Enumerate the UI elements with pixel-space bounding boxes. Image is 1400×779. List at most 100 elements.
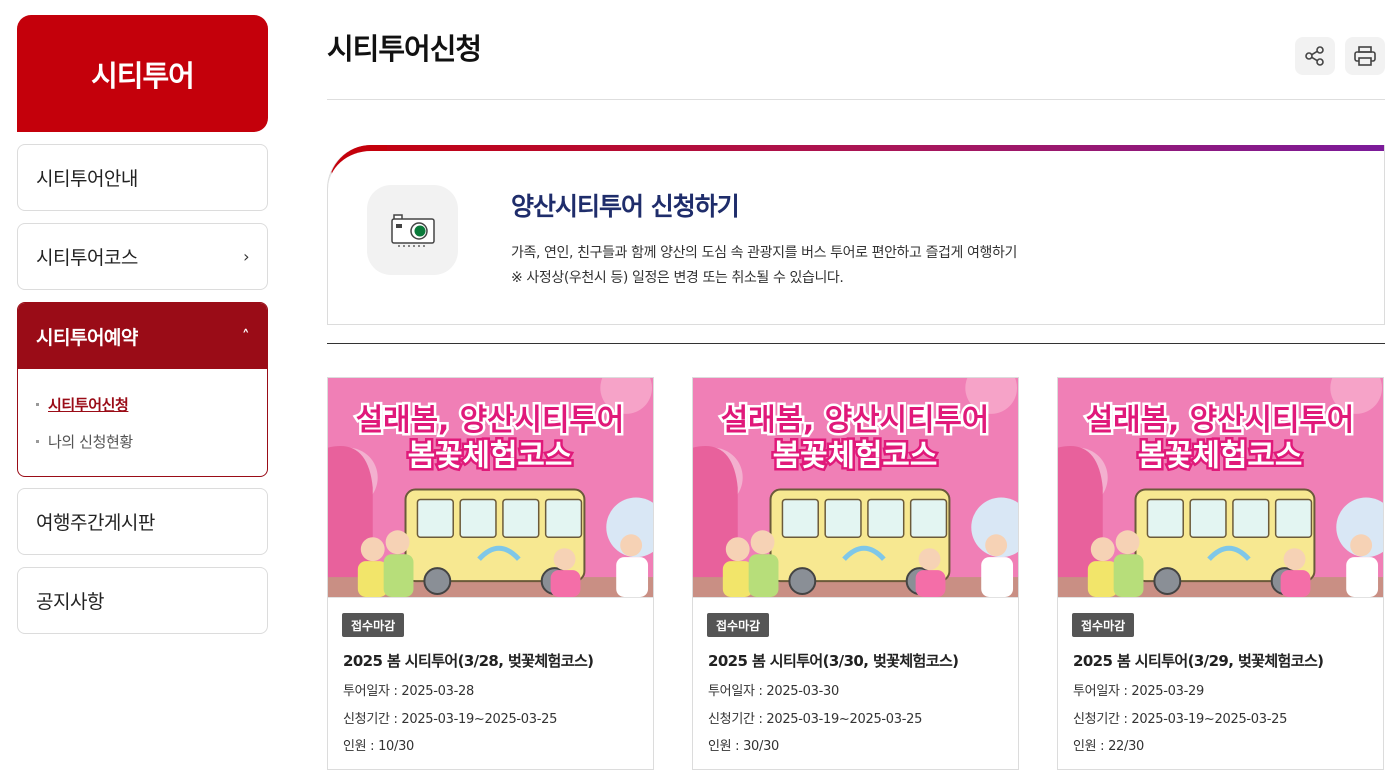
sidebar-item-travel-week-board[interactable]: 여행주간게시판 [17,488,268,555]
bus-window [502,498,540,539]
status-badge: 접수마감 [707,613,770,637]
tour-card[interactable]: 설래봄, 양산시티투어 봄꽃체험코스 접수마감 2025 봄 시티투어(3/30,… [692,377,1019,770]
person-body [1113,554,1144,597]
bus-window [1232,498,1270,539]
bus-wheel [788,567,817,596]
tour-title: 2025 봄 시티투어(3/30, 벚꽃체험코스) [708,652,959,670]
list-divider [327,343,1385,344]
sidebar-item-label: 시티투어안내 [36,168,138,190]
tour-title: 2025 봄 시티투어(3/28, 벚꽃체험코스) [343,652,594,670]
intro-notice-line: ※ 사정상(우천시 등) 일정은 변경 또는 취소될 수 있습니다. [511,270,844,286]
person-head [1350,534,1373,557]
sidebar-item-citytour-reservation[interactable]: 시티투어예약 ˄ [18,303,267,369]
sidebar-item-citytour-info[interactable]: 시티투어안내 [17,144,268,211]
banner-subheadline: 봄꽃체험코스 [408,439,573,474]
bus-window [867,498,905,539]
person-head [1090,537,1115,562]
status-badge: 접수마감 [1072,613,1135,637]
tour-date: 투어일자 : 2025-03-30 [708,684,839,699]
intro-desc-line: 가족, 연인, 친구들과 함께 양산의 도심 속 관광지를 버스 투어로 편안하… [511,245,1017,261]
tour-card[interactable]: 설래봄, 양산시티투어 봄꽃체험코스 접수마감 2025 봄 시티투어(3/28,… [327,377,654,770]
person-head [725,537,750,562]
bus-window [1146,498,1184,539]
tour-banner-image: 설래봄, 양산시티투어봄꽃체험코스 [328,378,653,598]
person-body [357,561,388,597]
chevron-right-icon: › [243,247,249,266]
person-body [1087,561,1118,597]
sidebar-item-label: 여행주간게시판 [36,512,155,534]
share-icon [1305,46,1324,66]
bus-window [416,498,454,539]
person-head [620,534,643,557]
bus-window [781,498,819,539]
person-body [1280,570,1311,597]
bus-window [459,498,497,539]
bus-window [909,498,948,539]
intro-box: 양산시티투어 신청하기 가족, 연인, 친구들과 함께 양산의 도심 속 관광지… [327,145,1385,325]
tour-card[interactable]: 설래봄, 양산시티투어 봄꽃체험코스 접수마감 2025 봄 시티투어(3/29,… [1057,377,1384,770]
application-period: 신청기간 : 2025-03-19~2025-03-25 [708,712,923,727]
sidebar-submenu: 시티투어신청 나의 신청현황 [18,369,267,460]
bus-window [1274,498,1313,539]
person-body [550,570,581,597]
banner-subheadline: 봄꽃체험코스 [773,439,938,474]
banner-subheadline: 봄꽃체험코스 [1138,439,1303,474]
person-body [981,557,1014,597]
person-body [383,554,414,597]
banner-headline: 설래봄, 양산시티투어 [1086,403,1354,438]
person-body [748,554,779,597]
sidebar-item-citytour-course[interactable]: 시티투어코스 › [17,223,268,290]
person-body [722,561,753,597]
sidebar-item-label: 공지사항 [36,591,104,613]
bullet-icon [36,403,39,406]
submenu-label: 시티투어신청 [48,396,129,414]
share-button[interactable] [1295,37,1335,75]
person-head [553,548,576,571]
page-title: 시티투어신청 [327,32,482,66]
tour-title: 2025 봄 시티투어(3/29, 벚꽃체험코스) [1073,652,1324,670]
person-body [616,557,649,597]
person-head [1283,548,1306,571]
tour-banner-image: 설래봄, 양산시티투어봄꽃체험코스 [693,378,1018,598]
intro-description: 가족, 연인, 친구들과 함께 양산의 도심 속 관광지를 버스 투어로 편안하… [511,241,1017,291]
banner-headline: 설래봄, 양산시티투어 [356,403,624,438]
person-head [918,548,941,571]
person-head [1115,530,1140,555]
intro-icon-wrap [367,185,458,275]
gradient-bar [328,145,1384,151]
person-head [985,534,1008,557]
bullet-icon [36,440,39,443]
participant-count: 인원 : 22/30 [1073,739,1145,754]
print-button[interactable] [1345,37,1385,75]
tour-banner-image: 설래봄, 양산시티투어봄꽃체험코스 [1058,378,1383,598]
print-icon [1354,46,1376,66]
chevron-up-icon: ˄ [242,327,250,345]
sidebar-group-citytour-reservation: 시티투어예약 ˄ 시티투어신청 나의 신청현황 [17,302,268,477]
person-body [1346,557,1379,597]
participant-count: 인원 : 30/30 [708,739,780,754]
sidebar-title: 시티투어 [17,15,268,132]
person-body [915,570,946,597]
tour-date: 투어일자 : 2025-03-29 [1073,684,1204,699]
submenu-item-my-status[interactable]: 나의 신청현황 [36,423,267,460]
intro-title: 양산시티투어 신청하기 [511,192,740,221]
bus-window [824,498,862,539]
bus-wheel [1153,567,1182,596]
bus-wheel [423,567,452,596]
tour-date: 투어일자 : 2025-03-28 [343,684,474,699]
application-period: 신청기간 : 2025-03-19~2025-03-25 [1073,712,1288,727]
divider [327,99,1385,100]
submenu-item-apply[interactable]: 시티투어신청 [36,386,267,423]
application-period: 신청기간 : 2025-03-19~2025-03-25 [343,712,558,727]
person-head [385,530,410,555]
bus-window [544,498,583,539]
participant-count: 인원 : 10/30 [343,739,415,754]
camera-icon [390,214,435,247]
sidebar-item-label: 시티투어코스 [36,247,138,269]
sidebar-item-notice[interactable]: 공지사항 [17,567,268,634]
banner-headline: 설래봄, 양산시티투어 [721,403,989,438]
submenu-label: 나의 신청현황 [48,433,133,451]
person-head [750,530,775,555]
person-head [360,537,385,562]
status-badge: 접수마감 [342,613,405,637]
